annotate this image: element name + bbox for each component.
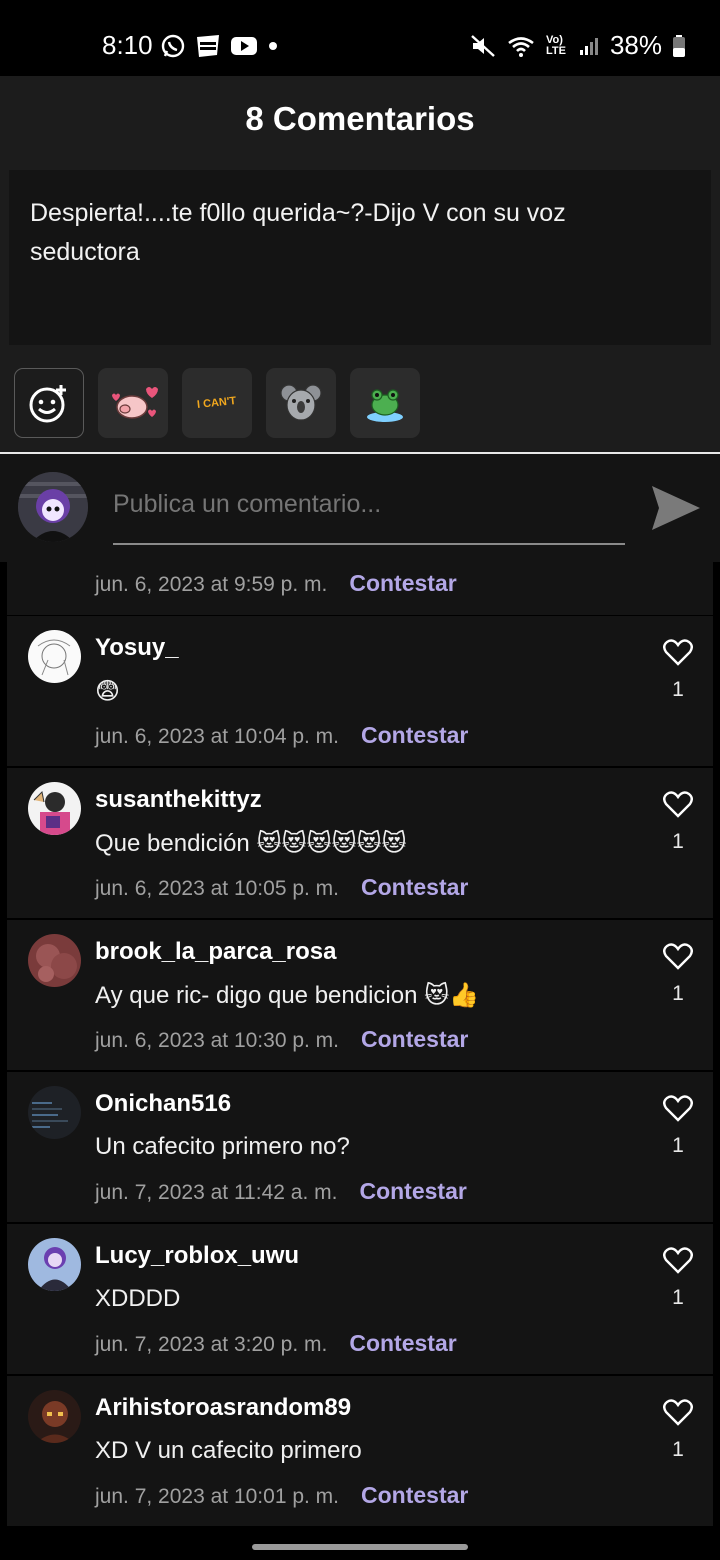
comment-text: Que bendición 😻😻😻😻😻😻 [95,830,407,857]
like-count: 1 [672,678,684,701]
koala-sticker[interactable] [266,368,336,438]
comment-text: Un cafecito primero no? [95,1133,350,1160]
comment-meta: jun. 6, 2023 at 9:59 p. m. Contestar [95,570,457,597]
comment-date: jun. 7, 2023 at 11:42 a. m. [95,1181,338,1204]
heart-icon[interactable] [663,1246,693,1274]
sticker-bar: I CAN'T [14,368,420,438]
comment-item: Onichan516 Un cafecito primero no? jun. … [7,1072,713,1222]
input-underline [113,543,625,545]
battery-icon [673,34,685,57]
add-emoji-icon [29,385,66,423]
heart-icon[interactable] [663,942,693,970]
like-count: 1 [672,1134,684,1157]
reply-button[interactable]: Contestar [349,1330,456,1356]
comment-username[interactable]: Yosuy_ [95,634,179,662]
comment-date: jun. 6, 2023 at 9:59 p. m. [95,573,328,596]
heart-icon[interactable] [663,638,693,666]
reply-button[interactable]: Contestar [349,570,456,596]
comment-input[interactable] [113,490,625,519]
webtoon-icon [197,35,219,57]
comment-username[interactable]: Lucy_roblox_uwu [95,1242,299,1270]
koala-icon [280,384,322,421]
comment-text: 😨 [95,678,121,705]
like-count: 1 [672,982,684,1005]
navigation-bar [0,1536,720,1560]
heart-icon[interactable] [663,1398,693,1426]
comment-composer [0,454,720,562]
youtube-icon [231,37,257,55]
comment-date: jun. 6, 2023 at 10:30 p. m. [95,1029,340,1052]
signal-icon [579,37,598,55]
avatar[interactable] [28,934,81,987]
wifi-icon [508,36,534,57]
reply-button[interactable]: Contestar [361,874,468,900]
comment-item: Yosuy_ 😨 jun. 6, 2023 at 10:04 p. m. Cont… [7,616,713,766]
whatsapp-icon [161,34,185,58]
comment-date: jun. 7, 2023 at 10:01 p. m. [95,1485,340,1508]
frog-sticker[interactable] [350,368,420,438]
send-icon [652,486,700,530]
comment-text: XDDDD [95,1285,181,1312]
comment-date: jun. 6, 2023 at 10:05 p. m. [95,877,340,900]
comment-username[interactable]: Arihistoroasrandom89 [95,1394,351,1422]
avatar[interactable] [28,782,81,835]
home-gesture-handle[interactable] [252,1544,468,1550]
quoted-excerpt: Despierta!....te f0llo querida~?-Dijo V … [9,170,711,345]
heart-icon[interactable] [663,1094,693,1122]
reply-button[interactable]: Contestar [359,1178,466,1204]
comment-username[interactable]: susanthekittyz [95,786,262,814]
frog-icon [367,389,403,422]
comment-meta: jun. 6, 2023 at 10:04 p. m. Contestar [95,722,468,749]
quoted-text: Despierta!....te f0llo querida~?-Dijo V … [30,199,566,266]
send-button[interactable] [650,484,702,532]
i-cant-sticker[interactable]: I CAN'T [182,368,252,438]
comment-item: susanthekittyz Que bendición 😻😻😻😻😻😻 jun.… [7,768,713,918]
comment-item: Arihistoroasrandom89 XD V un cafecito pr… [7,1376,713,1526]
reply-button[interactable]: Contestar [361,1482,468,1508]
comment-meta: jun. 7, 2023 at 10:01 p. m. Contestar [95,1482,468,1509]
like-count: 1 [672,1438,684,1461]
page-title: 8 Comentarios [245,100,475,137]
dot-icon [269,42,277,50]
avatar[interactable] [28,1390,81,1443]
comments-list: jun. 6, 2023 at 9:59 p. m. Contestar Yosu… [0,562,720,1536]
like-count: 1 [672,830,684,853]
avatar[interactable] [28,1086,81,1139]
user-avatar[interactable] [18,472,88,542]
status-time: 8:10 [102,30,153,60]
reply-button[interactable]: Contestar [361,1026,468,1052]
pig-sticker[interactable] [98,368,168,438]
comment-item: Lucy_roblox_uwu XDDDD jun. 7, 2023 at 3:… [7,1224,713,1374]
avatar[interactable] [28,1238,81,1291]
comment-partial: jun. 6, 2023 at 9:59 p. m. Contestar [7,562,713,615]
pig-icon [112,387,158,419]
mute-icon [471,34,495,57]
comment-item: brook_la_parca_rosa Ay que ric- digo que… [7,920,713,1070]
comment-text: Ay que ric- digo que bendicion 😻👍 [95,982,480,1009]
comment-meta: jun. 7, 2023 at 3:20 p. m. Contestar [95,1330,457,1357]
like-count: 1 [672,1286,684,1309]
comment-text: XD V un cafecito primero [95,1437,362,1464]
comment-username[interactable]: brook_la_parca_rosa [95,938,336,966]
system-icons: Vo) LTE 38% [470,30,686,61]
comment-date: jun. 6, 2023 at 10:04 p. m. [95,725,340,748]
status-bar: 8:10 Vo) LTE 38% [0,0,720,76]
i-cant-text: I CAN'T [196,394,238,412]
battery-percent: 38% [609,30,662,60]
comment-meta: jun. 7, 2023 at 11:42 a. m. Contestar [95,1178,467,1205]
comment-meta: jun. 6, 2023 at 10:05 p. m. Contestar [95,874,468,901]
heart-icon[interactable] [663,790,693,818]
comment-date: jun. 7, 2023 at 3:20 p. m. [95,1333,328,1356]
avatar[interactable] [28,630,81,683]
comment-meta: jun. 6, 2023 at 10:30 p. m. Contestar [95,1026,468,1053]
reply-button[interactable]: Contestar [361,722,468,748]
network-label: Vo) LTE [545,33,566,57]
comment-username[interactable]: Onichan516 [95,1090,231,1118]
notification-icons [160,33,280,59]
add-emoji-button[interactable] [14,368,84,438]
